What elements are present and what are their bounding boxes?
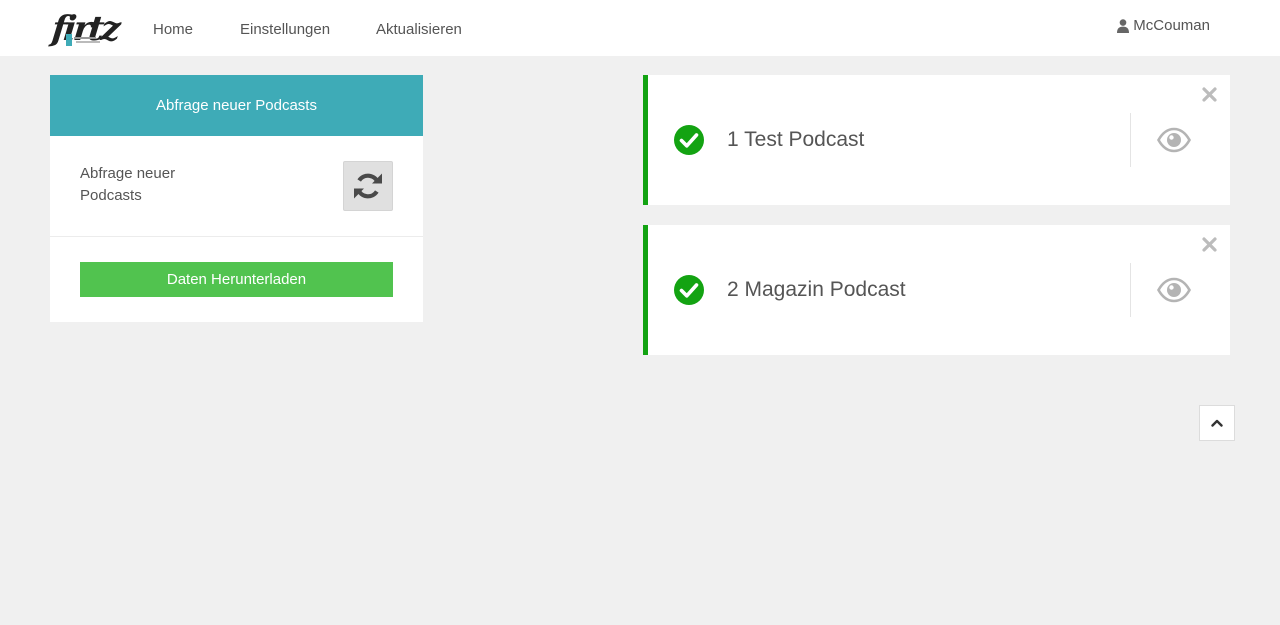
check-circle-icon [674,125,704,155]
card-divider [1130,113,1131,167]
podcast-title: 2 Magazin Podcast [727,278,906,301]
user-name: McCouman [1133,17,1210,34]
scroll-to-top-button[interactable] [1199,405,1235,441]
eye-icon[interactable] [1157,275,1191,305]
card-divider [1130,263,1131,317]
chevron-up-icon [1211,419,1223,427]
podcast-card: 1 Test Podcast [643,75,1230,205]
podcast-card: 2 Magazin Podcast [643,225,1230,355]
firtz-logo[interactable]: firtz [50,8,120,50]
query-row-label: Abfrage neuer Podcasts [80,165,176,204]
refresh-icon [354,173,382,199]
logo-stripes [66,34,100,46]
query-panel: Abfrage neuer Podcasts Abfrage neuer Pod… [50,75,423,322]
podcast-title: 1 Test Podcast [727,128,865,151]
close-icon[interactable] [1202,87,1217,102]
nav-link-aktualisieren[interactable]: Aktualisieren [376,19,462,41]
query-row: Abfrage neuer Podcasts [50,136,423,237]
check-circle-icon [674,275,704,305]
panel-header: Abfrage neuer Podcasts [50,75,423,136]
top-navbar: firtz Home Einstellungen Aktualisieren M… [0,0,1280,56]
close-icon[interactable] [1202,237,1217,252]
nav-link-home[interactable]: Home [153,19,193,41]
download-data-button[interactable]: Daten Herunterladen [80,262,393,297]
refresh-button[interactable] [343,161,393,211]
eye-icon[interactable] [1157,125,1191,155]
user-menu[interactable]: McCouman [1117,15,1210,37]
panel-title: Abfrage neuer Podcasts [156,97,317,114]
nav-link-einstellungen[interactable]: Einstellungen [240,19,330,41]
user-icon [1117,19,1130,33]
